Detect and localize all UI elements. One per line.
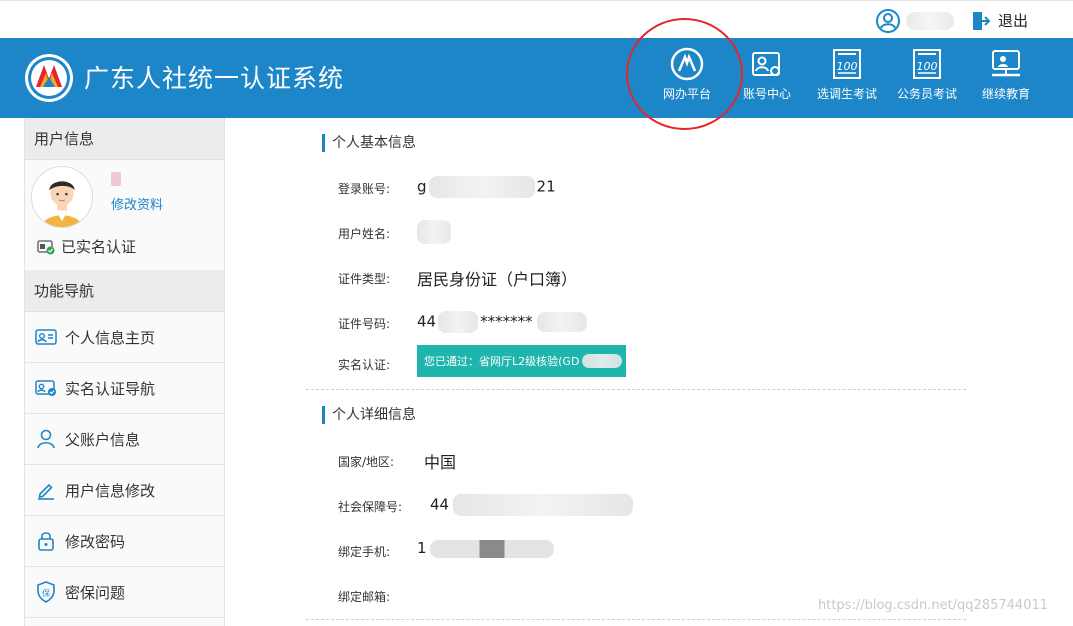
sidebar-nav-heading: 功能导航 bbox=[25, 270, 224, 312]
account-suffix: 21 bbox=[536, 177, 556, 196]
account-value: g 21 bbox=[417, 176, 556, 198]
account-redacted bbox=[428, 176, 535, 198]
account-prefix: g bbox=[417, 177, 427, 196]
idtype-label: 证件类型: bbox=[338, 272, 391, 286]
verify-redacted bbox=[582, 354, 623, 368]
sidebar-item-label: 父账户信息 bbox=[65, 430, 141, 449]
nav-label: 网办平台 bbox=[662, 87, 711, 101]
sidebar-item-profile-home[interactable]: 个人信息主页 bbox=[25, 312, 224, 363]
nav-label: 公务员考试 bbox=[896, 87, 957, 101]
country-label: 国家/地区: bbox=[338, 455, 395, 469]
phone-value: 1 bbox=[417, 539, 554, 558]
name-value bbox=[417, 220, 451, 244]
verify-status-badge: 您已通过：省网厅L2级核验(GD bbox=[417, 345, 626, 377]
shield-icon: 保 bbox=[35, 581, 57, 603]
watermark-text: https://blog.csdn.net/qq285744011 bbox=[818, 598, 1049, 613]
sidebar-item-parent-account[interactable]: 父账户信息 bbox=[25, 414, 224, 465]
sidebar-item-verify-guide[interactable]: 实名认证导航 bbox=[25, 363, 224, 414]
nav-continuing-education[interactable]: 继续教育 bbox=[976, 38, 1036, 118]
ssn-label: 社会保障号: bbox=[338, 500, 403, 514]
account-center-icon bbox=[752, 52, 780, 76]
edit-icon bbox=[35, 479, 57, 501]
avatar bbox=[31, 166, 93, 228]
svg-text:100: 100 bbox=[837, 60, 858, 73]
sidebar: 用户信息 修改资料 已实名认证 功能导航 个人信息主页 实名认证导航 父账户信息… bbox=[24, 118, 225, 626]
sidebar-item-label: 修改密码 bbox=[65, 532, 126, 551]
nav-label: 继续教育 bbox=[981, 87, 1030, 101]
service-platform-icon bbox=[670, 47, 704, 81]
ssn-redacted bbox=[453, 494, 634, 516]
exam-score-icon: 100 bbox=[913, 49, 941, 79]
sidebar-item-label: 个人信息主页 bbox=[65, 328, 156, 347]
nav-service-platform[interactable]: 网办平台 bbox=[657, 38, 717, 118]
logout-icon bbox=[973, 11, 990, 30]
main-content: 个人基本信息 登录账号: g 21 用户姓名: 证件类型: 居民身份证（户口簿） … bbox=[306, 118, 966, 626]
header-bar: 广东人社统一认证系统 网办平台 账号中心 100 选调生考试 100 公务员考试… bbox=[0, 38, 1073, 118]
ssn-value: 44 bbox=[430, 494, 634, 516]
sidebar-item-change-password[interactable]: 修改密码 bbox=[25, 516, 224, 567]
nav-selection-exam[interactable]: 100 选调生考试 bbox=[811, 38, 883, 118]
phone-label: 绑定手机: bbox=[338, 545, 391, 559]
section-title-detail: 个人详细信息 bbox=[322, 406, 416, 424]
user-circle-icon bbox=[876, 9, 900, 33]
name-redacted bbox=[417, 220, 451, 244]
sidebar-item-label: 用户信息修改 bbox=[65, 481, 156, 500]
svg-text:100: 100 bbox=[917, 60, 938, 73]
logout-label: 退出 bbox=[998, 12, 1029, 30]
idtype-value: 居民身份证（户口簿） bbox=[417, 270, 578, 289]
lock-icon bbox=[35, 530, 57, 552]
country-value: 中国 bbox=[424, 453, 457, 472]
nav-civil-service-exam[interactable]: 100 公务员考试 bbox=[891, 38, 963, 118]
current-user[interactable] bbox=[876, 9, 954, 33]
email-label: 绑定邮箱: bbox=[338, 590, 391, 604]
nav-label: 选调生考试 bbox=[816, 87, 877, 101]
svg-text:保: 保 bbox=[42, 588, 50, 598]
phone-redacted bbox=[429, 539, 554, 558]
verify-card-icon bbox=[35, 377, 57, 399]
verified-status: 已实名认证 bbox=[37, 236, 136, 257]
sidebar-item-edit-info[interactable]: 用户信息修改 bbox=[25, 465, 224, 516]
section-title-basic: 个人基本信息 bbox=[322, 134, 416, 152]
section-divider bbox=[306, 389, 966, 390]
nav-account-center[interactable]: 账号中心 bbox=[737, 38, 797, 118]
idno-label: 证件号码: bbox=[338, 317, 391, 331]
idno-mask: ******* bbox=[480, 312, 533, 331]
idno-redacted-a bbox=[438, 311, 479, 333]
nav-label: 账号中心 bbox=[742, 87, 791, 101]
logout-button[interactable]: 退出 bbox=[972, 10, 1028, 31]
education-icon bbox=[992, 50, 1020, 77]
sidebar-item-label: 密保问题 bbox=[65, 583, 126, 602]
verified-label: 已实名认证 bbox=[61, 238, 137, 256]
idno-redacted-b bbox=[536, 312, 587, 332]
username-redacted bbox=[906, 12, 954, 30]
exam-score-icon: 100 bbox=[833, 49, 861, 79]
name-label: 用户姓名: bbox=[338, 227, 391, 241]
ssn-prefix: 44 bbox=[430, 495, 450, 514]
site-title: 广东人社统一认证系统 bbox=[84, 64, 345, 93]
user-icon bbox=[35, 428, 57, 450]
sidebar-item-label: 实名认证导航 bbox=[65, 379, 156, 398]
display-name-redacted bbox=[111, 172, 121, 186]
utility-bar: 退出 bbox=[0, 0, 1073, 38]
phone-prefix: 1 bbox=[417, 539, 427, 557]
account-label: 登录账号: bbox=[338, 182, 391, 196]
sidebar-user-heading: 用户信息 bbox=[25, 118, 224, 160]
section-divider-bottom bbox=[306, 619, 966, 620]
idno-value: 44 ******* bbox=[417, 311, 587, 333]
verify-label: 实名认证: bbox=[338, 358, 391, 372]
idno-prefix: 44 bbox=[417, 312, 437, 331]
sidebar-item-security-question[interactable]: 保 密保问题 bbox=[25, 567, 224, 618]
verify-status-text: 您已通过：省网厅L2级核验(GD bbox=[424, 355, 580, 368]
site-logo-icon[interactable] bbox=[24, 53, 74, 103]
edit-profile-link[interactable]: 修改资料 bbox=[111, 194, 163, 213]
id-card-icon bbox=[35, 326, 57, 348]
user-card: 修改资料 已实名认证 bbox=[25, 160, 224, 270]
verified-badge-icon bbox=[37, 239, 55, 254]
